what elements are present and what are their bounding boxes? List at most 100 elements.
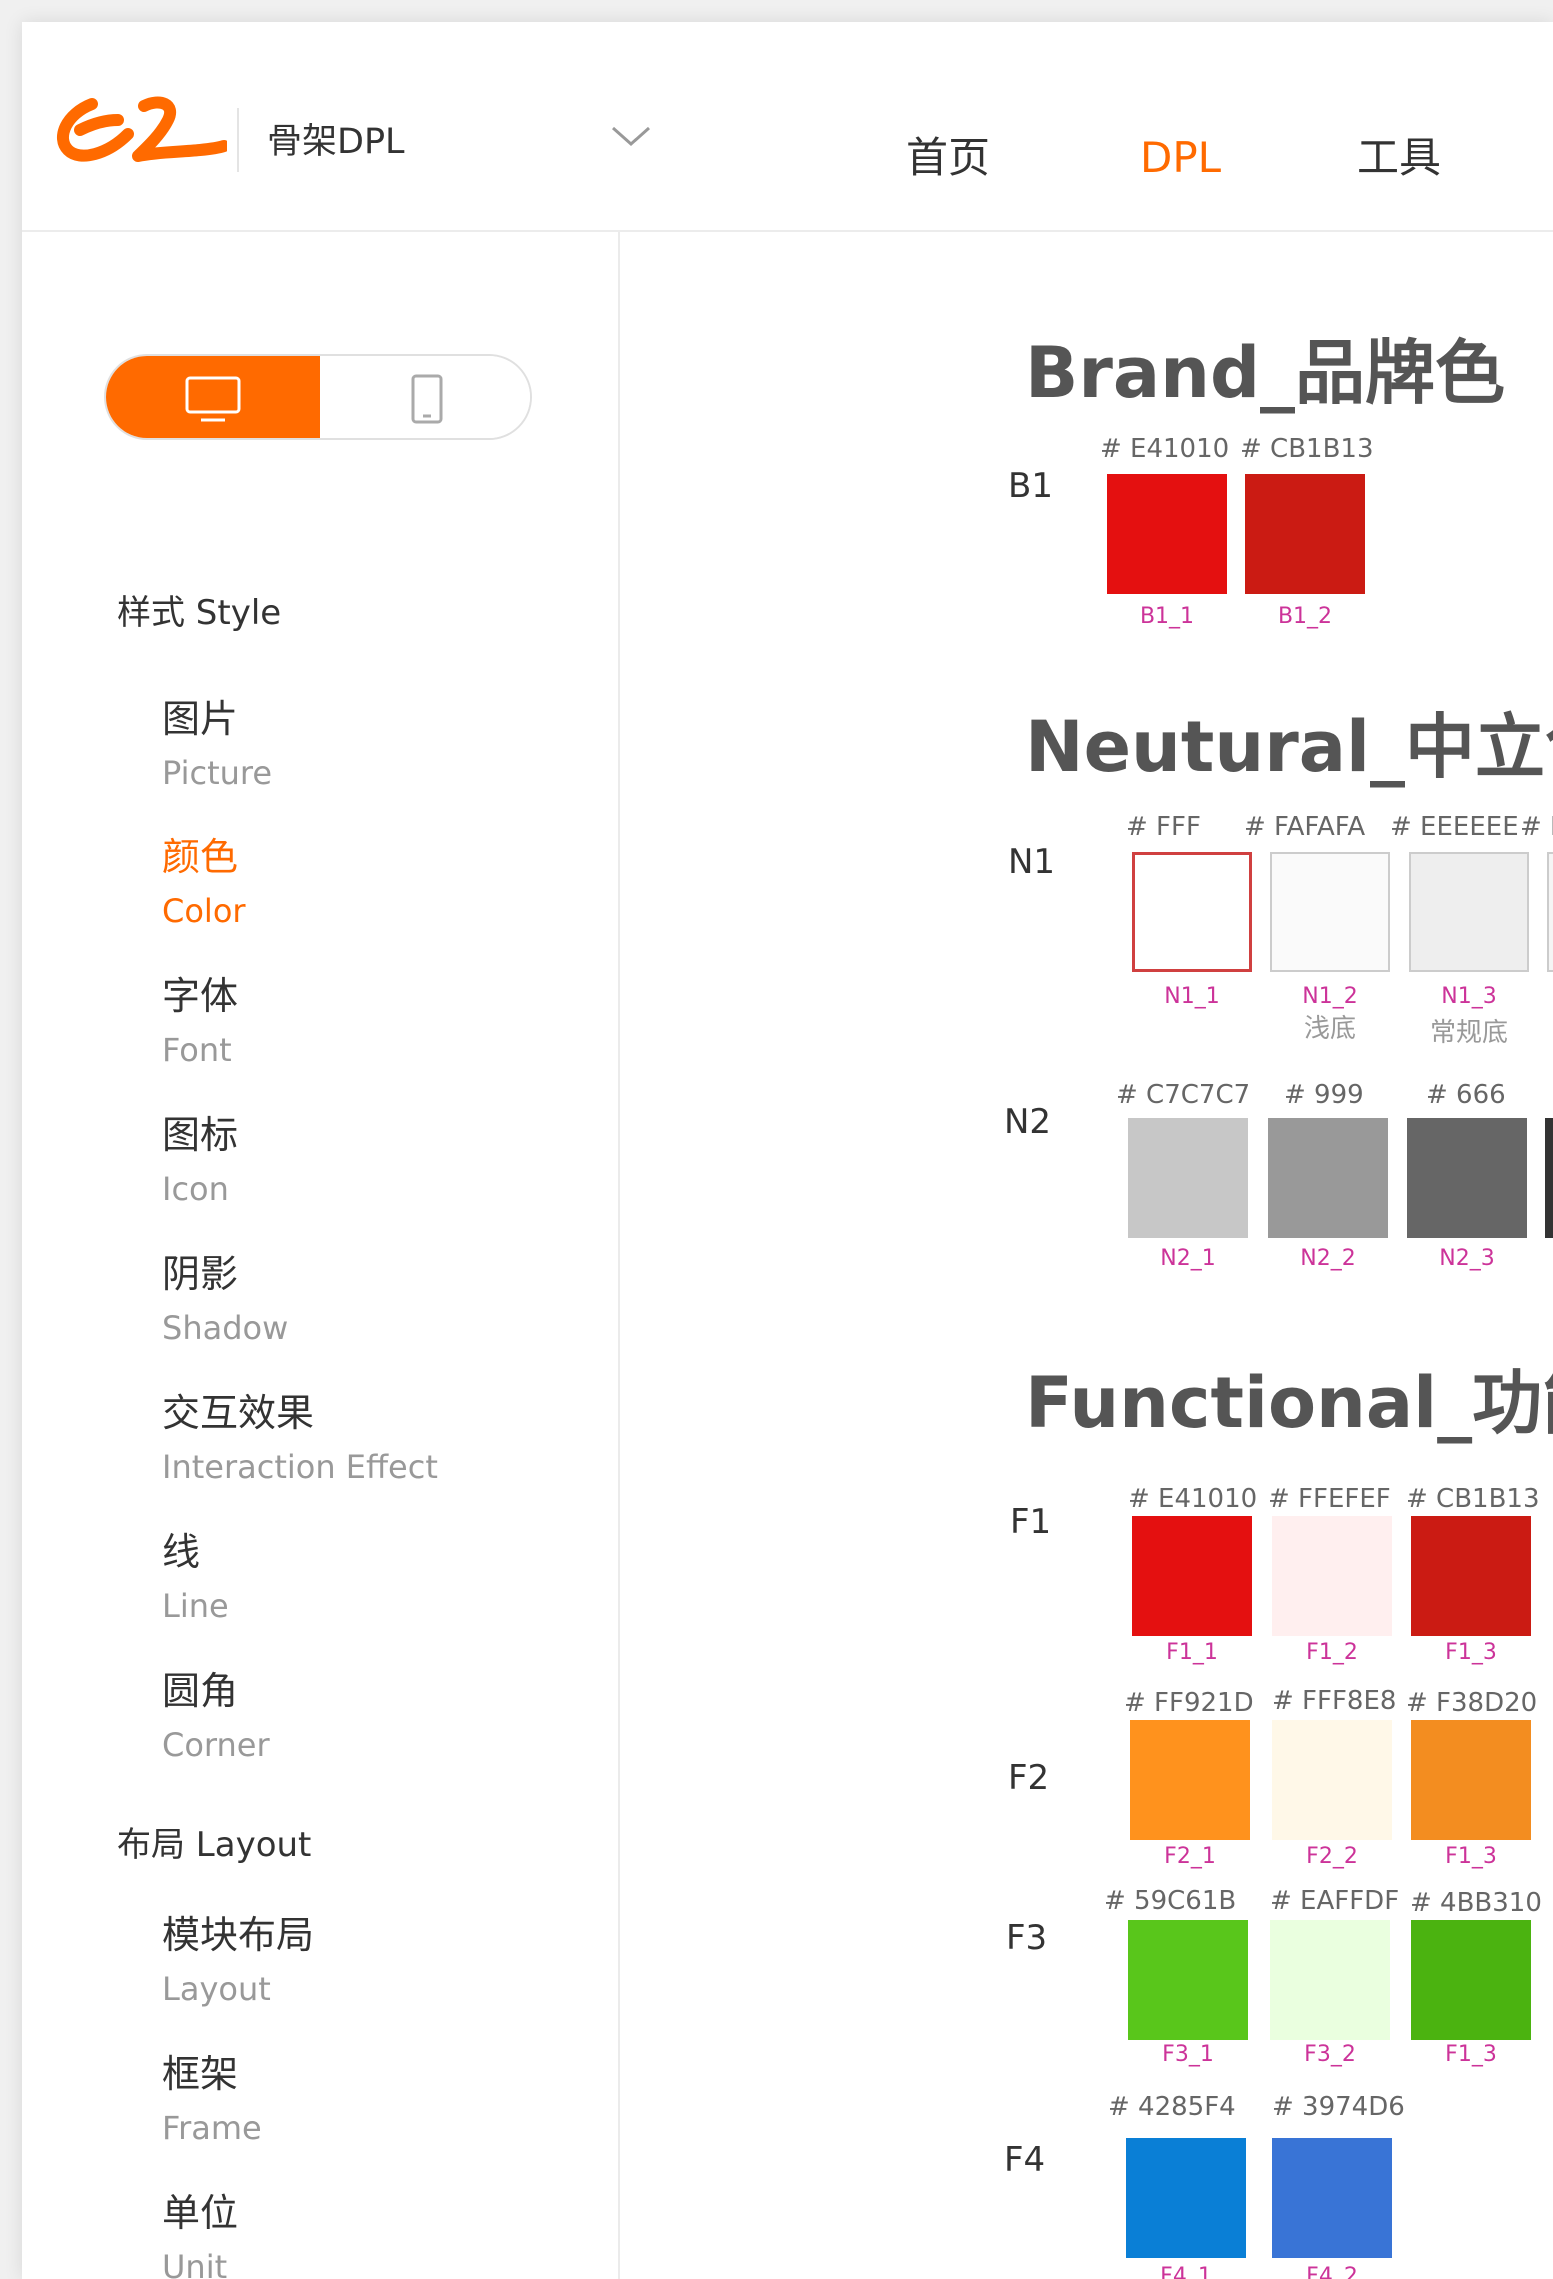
row-label-f2: F2 [1008,1758,1050,1798]
toggle-desktop-button[interactable] [106,356,320,438]
toggle-tablet-button[interactable] [320,356,530,438]
device-toggle [104,354,532,440]
row-label-n2: N2 [1004,1102,1052,1142]
color-swatch[interactable] [1407,1118,1527,1238]
hex-label: # 59C61B [1104,1886,1237,1916]
app-window: 骨架DPL 首页 DPL 工具 样式 Style 图片 Picture 颜色 C… [22,22,1553,2279]
color-swatch[interactable] [1128,1118,1248,1238]
tablet-icon [411,374,443,424]
swatch-name: F4_1 [1160,2264,1212,2279]
swatch-name: F1_3 [1445,1844,1497,1869]
sidebar-item-cn: 图片 [162,697,239,741]
nav-tools[interactable]: 工具 [1357,130,1441,186]
swatch-name: N2_1 [1160,1246,1216,1271]
sidebar-item-en: Icon [162,1170,229,1208]
color-swatch[interactable] [1245,474,1365,594]
sidebar-item-cn: 线 [162,1530,201,1574]
sidebar-item-line[interactable]: 线 Line [162,1527,542,1629]
sidebar-item-font[interactable]: 字体 Font [162,971,542,1073]
hex-label: # FFF [1126,812,1201,842]
swatch-note: 常规底 [1429,1018,1508,1048]
swatch-name: F2_1 [1164,1844,1216,1869]
group-title-layout: 布局 Layout [117,1825,312,1865]
nav-dpl[interactable]: DPL [1140,130,1221,186]
sidebar-item-interaction-effect[interactable]: 交互效果 Interaction Effect [162,1388,542,1490]
swatch-name: F2_2 [1306,1844,1358,1869]
row-label-n1: N1 [1008,842,1056,882]
sidebar-item-cn: 字体 [162,974,239,1018]
color-swatch[interactable] [1545,1118,1553,1238]
swatch-name: F1_2 [1306,1640,1358,1665]
project-name[interactable]: 骨架DPL [267,118,405,166]
sidebar-item-icon[interactable]: 图标 Icon [162,1110,542,1212]
color-swatch[interactable] [1132,1516,1252,1636]
hex-label: # FF921D [1124,1688,1254,1718]
sidebar-item-cn: 颜色 [162,835,239,879]
sidebar-item-en: Layout [162,1970,271,2008]
sidebar-item-en: Line [162,1587,229,1625]
color-swatch[interactable] [1107,474,1227,594]
sidebar-item-en: Font [162,1031,232,1069]
color-swatch[interactable] [1270,1920,1390,2040]
color-swatch[interactable] [1272,2138,1392,2258]
sidebar-item-shadow[interactable]: 阴影 Shadow [162,1249,542,1351]
swatch-name: N1_3 [1441,984,1497,1009]
color-swatch[interactable] [1272,1720,1392,1840]
swatch-note: 浅底 [1303,1014,1356,1044]
sidebar-item-unit[interactable]: 单位 Unit [162,2188,542,2279]
color-swatch[interactable] [1272,1516,1392,1636]
swatch-name: N2_3 [1439,1246,1495,1271]
sidebar-item-picture[interactable]: 图片 Picture [162,694,542,796]
color-swatch[interactable] [1411,1920,1531,2040]
sidebar-item-color[interactable]: 颜色 Color [162,832,542,934]
hex-label: # C7C7C7 [1116,1080,1251,1110]
sidebar-item-cn: 单位 [162,2191,239,2235]
color-swatch[interactable] [1126,2138,1246,2258]
sidebar-item-cn: 圆角 [162,1669,239,1713]
color-swatch[interactable] [1128,1920,1248,2040]
swatch-name: F3_2 [1304,2042,1356,2067]
row-label-f3: F3 [1006,1918,1048,1958]
hex-label: # E41010 [1100,434,1230,464]
hex-label: # FFF8E8 [1272,1686,1397,1716]
swatch-name: N1_2 [1302,984,1358,1009]
swatch-name: F1_1 [1166,1640,1218,1665]
color-swatch[interactable] [1130,1720,1250,1840]
nav-home[interactable]: 首页 [906,130,990,186]
sidebar-item-layout[interactable]: 模块布局 Layout [162,1910,542,2012]
swatch-name: B1_1 [1139,604,1195,629]
hex-label: # FAFAFA [1244,812,1366,842]
sidebar-item-en: Picture [162,754,273,792]
sidebar-item-cn: 阴影 [162,1252,239,1296]
color-swatch[interactable] [1268,1118,1388,1238]
hex-label: # FFEFEF [1268,1484,1391,1514]
main-content: Brand_品牌色 B1 # E41010 # CB1B13 B1_1 B1_2… [620,232,1553,2279]
sidebar-item-en: Unit [162,2248,228,2279]
desktop-icon [185,376,241,422]
color-swatch[interactable] [1411,1516,1531,1636]
color-swatch[interactable] [1409,852,1529,972]
sidebar-item-frame[interactable]: 框架 Frame [162,2049,542,2151]
sidebar: 样式 Style 图片 Picture 颜色 Color 字体 Font 图标 … [22,232,620,2279]
hex-label: # 999 [1284,1080,1364,1110]
hex-label: # EAFFDF [1270,1886,1400,1916]
alibaba-logo-icon[interactable] [52,88,227,168]
sidebar-item-en: Interaction Effect [162,1448,438,1486]
swatch-name: F3_1 [1162,2042,1214,2067]
color-swatch[interactable] [1547,852,1553,972]
chevron-down-icon[interactable] [599,114,663,162]
color-swatch[interactable] [1270,852,1390,972]
sidebar-item-corner[interactable]: 圆角 Corner [162,1666,542,1768]
hex-label: # 4BB310 [1410,1888,1542,1918]
swatch-name: F1_3 [1445,2042,1497,2067]
swatch-name: N2_2 [1300,1246,1356,1271]
sidebar-item-cn: 框架 [162,2052,239,2096]
color-swatch[interactable] [1132,852,1252,972]
hex-label: # F38D20 [1406,1688,1538,1718]
sidebar-item-en: Corner [162,1726,270,1764]
sidebar-item-en: Color [162,892,246,930]
swatch-name: F4_2 [1306,2264,1358,2279]
row-label-b1: B1 [1008,466,1053,506]
color-swatch[interactable] [1411,1720,1531,1840]
hex-label: # 666 [1426,1080,1506,1110]
